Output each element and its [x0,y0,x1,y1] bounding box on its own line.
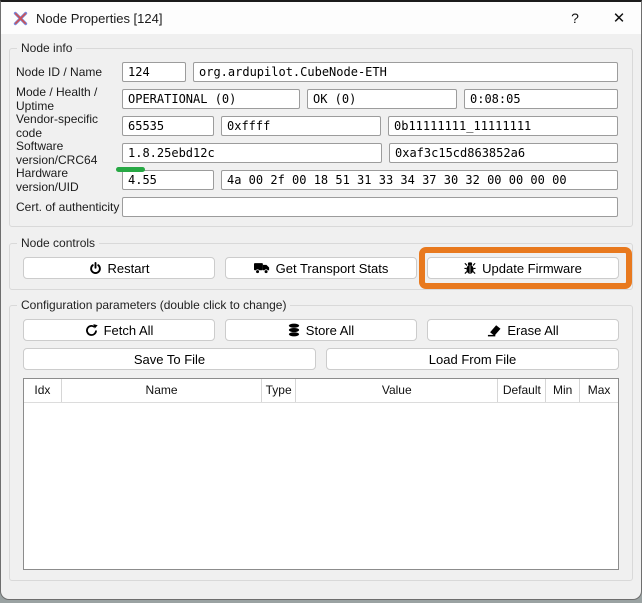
get-transport-stats-button-label: Get Transport Stats [276,261,389,276]
restart-button-label: Restart [108,261,150,276]
vendor-code-row: Vendor-specific code 65535 0xffff 0b1111… [16,116,618,136]
column-header-default[interactable]: Default [498,379,546,402]
config-file-row: Save To File Load From File [23,348,619,370]
eraser-icon [487,324,501,337]
config-params-group-title: Configuration parameters (double click t… [17,298,290,313]
bug-icon [464,261,476,275]
update-firmware-button[interactable]: Update Firmware [427,257,619,279]
fetch-all-button[interactable]: Fetch All [23,319,215,341]
cert-authenticity-label: Cert. of authenticity [16,200,122,214]
mode-health-uptime-row: Mode / Health / Uptime OPERATIONAL (0) O… [16,89,618,109]
app-logo-icon [13,11,28,26]
title-bar: Node Properties [124] ? ✕ [1,2,641,34]
refresh-icon [85,324,98,337]
column-header-idx[interactable]: Idx [24,379,62,402]
fetch-all-button-label: Fetch All [104,323,154,338]
node-properties-window: Node Properties [124] ? ✕ Node info Node… [0,0,642,600]
load-from-file-button-label: Load From File [429,352,516,367]
store-all-button[interactable]: Store All [225,319,417,341]
parameters-table-body[interactable] [24,403,618,569]
load-from-file-button[interactable]: Load From File [326,348,619,370]
erase-all-button-label: Erase All [507,323,558,338]
hardware-version-label: Hardware version/UID [16,166,122,194]
parameters-table-header: Idx Name Type Value Default Min Max [24,379,618,403]
node-id-name-row: Node ID / Name 124 org.ardupilot.CubeNod… [16,62,618,82]
column-header-max[interactable]: Max [580,379,618,402]
node-id-field[interactable]: 124 [122,62,186,82]
hardware-version-row: Hardware version/UID 4.55 4a 00 2f 00 18… [16,170,618,190]
vendor-code-bin-field[interactable]: 0b11111111_11111111 [388,116,618,136]
column-header-value[interactable]: Value [296,379,498,402]
database-icon [288,323,300,337]
config-actions-row: Fetch All Store All Erase All [23,319,619,341]
store-all-button-label: Store All [306,323,354,338]
node-controls-group: Node controls Restart Get Transport Stat… [9,243,633,290]
software-crc64-field[interactable]: 0xaf3c15cd863852a6 [389,143,618,163]
mode-health-uptime-label: Mode / Health / Uptime [16,85,122,113]
column-header-type[interactable]: Type [262,379,296,402]
software-version-label: Software version/CRC64 [16,139,122,167]
health-field[interactable]: OK (0) [307,89,457,109]
hardware-version-field[interactable]: 4.55 [122,170,214,190]
mode-field[interactable]: OPERATIONAL (0) [122,89,300,109]
window-title: Node Properties [124] [36,11,553,26]
software-version-row: Software version/CRC64 1.8.25ebd12c 0xaf… [16,143,618,163]
erase-all-button[interactable]: Erase All [427,319,619,341]
column-header-min[interactable]: Min [546,379,580,402]
config-params-group: Configuration parameters (double click t… [9,305,633,581]
get-transport-stats-button[interactable]: Get Transport Stats [225,257,417,279]
uptime-field[interactable]: 0:08:05 [464,89,618,109]
node-name-field[interactable]: org.ardupilot.CubeNode-ETH [193,62,618,82]
help-button[interactable]: ? [553,2,597,34]
hardware-uid-field[interactable]: 4a 00 2f 00 18 51 31 33 34 37 30 32 00 0… [221,170,618,190]
vendor-code-hex-field[interactable]: 0xffff [221,116,381,136]
cert-authenticity-row: Cert. of authenticity [16,197,618,217]
node-info-group-title: Node info [17,41,76,56]
software-version-field[interactable]: 1.8.25ebd12c [122,143,382,163]
node-info-group: Node info Node ID / Name 124 org.ardupil… [9,48,633,227]
save-to-file-button-label: Save To File [134,352,205,367]
node-id-name-label: Node ID / Name [16,65,122,79]
restart-button[interactable]: Restart [23,257,215,279]
truck-icon [254,262,270,274]
save-to-file-button[interactable]: Save To File [23,348,316,370]
vendor-code-label: Vendor-specific code [16,112,122,140]
update-firmware-button-label: Update Firmware [482,261,582,276]
node-controls-group-title: Node controls [17,236,99,251]
power-icon [89,262,102,275]
vendor-code-dec-field[interactable]: 65535 [122,116,214,136]
parameters-table: Idx Name Type Value Default Min Max [23,378,619,570]
cert-authenticity-field[interactable] [122,197,618,217]
close-button[interactable]: ✕ [597,2,641,34]
node-controls-row: Restart Get Transport Stats Upda [23,257,619,279]
column-header-name[interactable]: Name [62,379,262,402]
